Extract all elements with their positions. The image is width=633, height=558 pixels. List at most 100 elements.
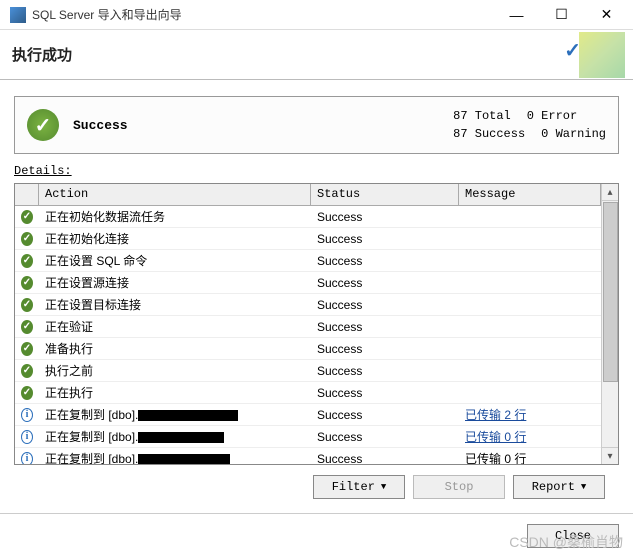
wizard-header: 执行成功 ✓: [0, 30, 633, 80]
status-cell: Success: [311, 340, 459, 358]
message-cell: 已传输 0 行: [459, 448, 601, 464]
success-row-icon: [21, 364, 33, 378]
message-link[interactable]: 已传输 2 行: [465, 408, 526, 422]
close-window-button[interactable]: ✕: [584, 1, 629, 29]
vertical-scrollbar[interactable]: ▴ ▾: [601, 184, 618, 464]
stop-button: Stop: [413, 475, 505, 499]
success-row-icon: [21, 320, 33, 334]
action-cell: 执行之前: [39, 360, 311, 381]
status-cell: Success: [311, 208, 459, 226]
maximize-button[interactable]: ☐: [539, 1, 584, 29]
status-cell: Success: [311, 296, 459, 314]
table-row[interactable]: 正在执行Success: [15, 382, 601, 404]
header-action[interactable]: Action: [39, 184, 311, 205]
message-cell: [459, 347, 601, 351]
message-cell: [459, 325, 601, 329]
status-cell: Success: [311, 230, 459, 248]
status-cell: Success: [311, 274, 459, 292]
details-label: Details:: [14, 164, 619, 178]
header-status[interactable]: Status: [311, 184, 459, 205]
grid-body: 正在初始化数据流任务Success正在初始化连接Success正在设置 SQL …: [15, 206, 601, 464]
stop-label: Stop: [445, 480, 474, 494]
app-icon: [10, 7, 26, 23]
action-bar: Filter ▼ Stop Report ▼: [14, 465, 619, 505]
message-cell[interactable]: 已传输 0 行: [459, 426, 601, 447]
action-cell: 正在复制到 [dbo].: [39, 448, 311, 464]
table-row[interactable]: 正在设置 SQL 命令Success: [15, 250, 601, 272]
action-cell: 正在复制到 [dbo].: [39, 404, 311, 425]
table-row[interactable]: 正在复制到 [dbo].Success已传输 0 行: [15, 448, 601, 464]
message-cell: [459, 369, 601, 373]
success-row-icon: [21, 342, 33, 356]
status-cell: Success: [311, 252, 459, 270]
status-cell: Success: [311, 362, 459, 380]
action-cell: 正在复制到 [dbo].: [39, 426, 311, 447]
success-row-icon: [21, 232, 33, 246]
redacted-text: [138, 410, 238, 421]
report-button[interactable]: Report ▼: [513, 475, 605, 499]
success-row-icon: [21, 298, 33, 312]
table-row[interactable]: 执行之前Success: [15, 360, 601, 382]
table-row[interactable]: 正在复制到 [dbo].Success 已传输 0 行: [15, 426, 601, 448]
filter-label: Filter: [332, 480, 375, 494]
table-row[interactable]: 正在设置目标连接Success: [15, 294, 601, 316]
caret-down-icon: ▼: [581, 482, 586, 492]
page-title: 执行成功: [12, 44, 72, 65]
message-cell: [459, 281, 601, 285]
table-row[interactable]: 正在复制到 [dbo].Success 已传输 2 行: [15, 404, 601, 426]
message-cell: [459, 259, 601, 263]
table-row[interactable]: 正在验证Success: [15, 316, 601, 338]
info-row-icon: [21, 452, 33, 465]
details-grid: Action Status Message 正在初始化数据流任务Success正…: [14, 183, 619, 465]
message-link[interactable]: 已传输 0 行: [465, 430, 526, 444]
message-cell[interactable]: 已传输 2 行: [459, 404, 601, 425]
titlebar: SQL Server 导入和导出向导 — ☐ ✕: [0, 0, 633, 30]
message-cell: [459, 237, 601, 241]
filter-button[interactable]: Filter ▼: [313, 475, 405, 499]
action-cell: 正在设置 SQL 命令: [39, 250, 311, 271]
status-cell: Success: [311, 318, 459, 336]
info-row-icon: [21, 408, 33, 422]
header-message[interactable]: Message: [459, 184, 601, 205]
status-cell: Success: [311, 450, 459, 465]
minimize-button[interactable]: —: [494, 1, 539, 29]
action-cell: 正在设置源连接: [39, 272, 311, 293]
summary-stats: 87 Total 0 Error 87 Success 0 Warning: [453, 107, 606, 143]
summary-panel: ✓ Success 87 Total 0 Error 87 Success 0 …: [14, 96, 619, 154]
success-row-icon: [21, 254, 33, 268]
table-row[interactable]: 准备执行Success: [15, 338, 601, 360]
window-title: SQL Server 导入和导出向导: [32, 6, 494, 23]
status-cell: Success: [311, 428, 459, 446]
success-icon: ✓: [27, 109, 59, 141]
report-label: Report: [532, 480, 575, 494]
success-row-icon: [21, 210, 33, 224]
scroll-down-icon[interactable]: ▾: [602, 447, 618, 464]
scroll-thumb[interactable]: [603, 202, 618, 382]
summary-status: Success: [73, 118, 453, 133]
message-cell: [459, 215, 601, 219]
status-cell: Success: [311, 406, 459, 424]
message-cell: [459, 391, 601, 395]
header-icon-col[interactable]: [15, 184, 39, 205]
scroll-up-icon[interactable]: ▴: [602, 184, 618, 201]
action-cell: 正在设置目标连接: [39, 294, 311, 315]
table-row[interactable]: 正在设置源连接Success: [15, 272, 601, 294]
redacted-text: [138, 454, 230, 464]
caret-down-icon: ▼: [381, 482, 386, 492]
status-cell: Success: [311, 384, 459, 402]
success-row-icon: [21, 276, 33, 290]
close-button[interactable]: Close: [527, 524, 619, 548]
redacted-text: [138, 432, 224, 443]
grid-header: Action Status Message: [15, 184, 601, 206]
success-row-icon: [21, 386, 33, 400]
table-row[interactable]: 正在初始化连接Success: [15, 228, 601, 250]
action-cell: 正在初始化连接: [39, 228, 311, 249]
table-row[interactable]: 正在初始化数据流任务Success: [15, 206, 601, 228]
action-cell: 正在初始化数据流任务: [39, 206, 311, 227]
message-cell: [459, 303, 601, 307]
window-controls: — ☐ ✕: [494, 1, 629, 29]
action-cell: 正在验证: [39, 316, 311, 337]
action-cell: 准备执行: [39, 338, 311, 359]
info-row-icon: [21, 430, 33, 444]
close-label: Close: [555, 529, 591, 543]
